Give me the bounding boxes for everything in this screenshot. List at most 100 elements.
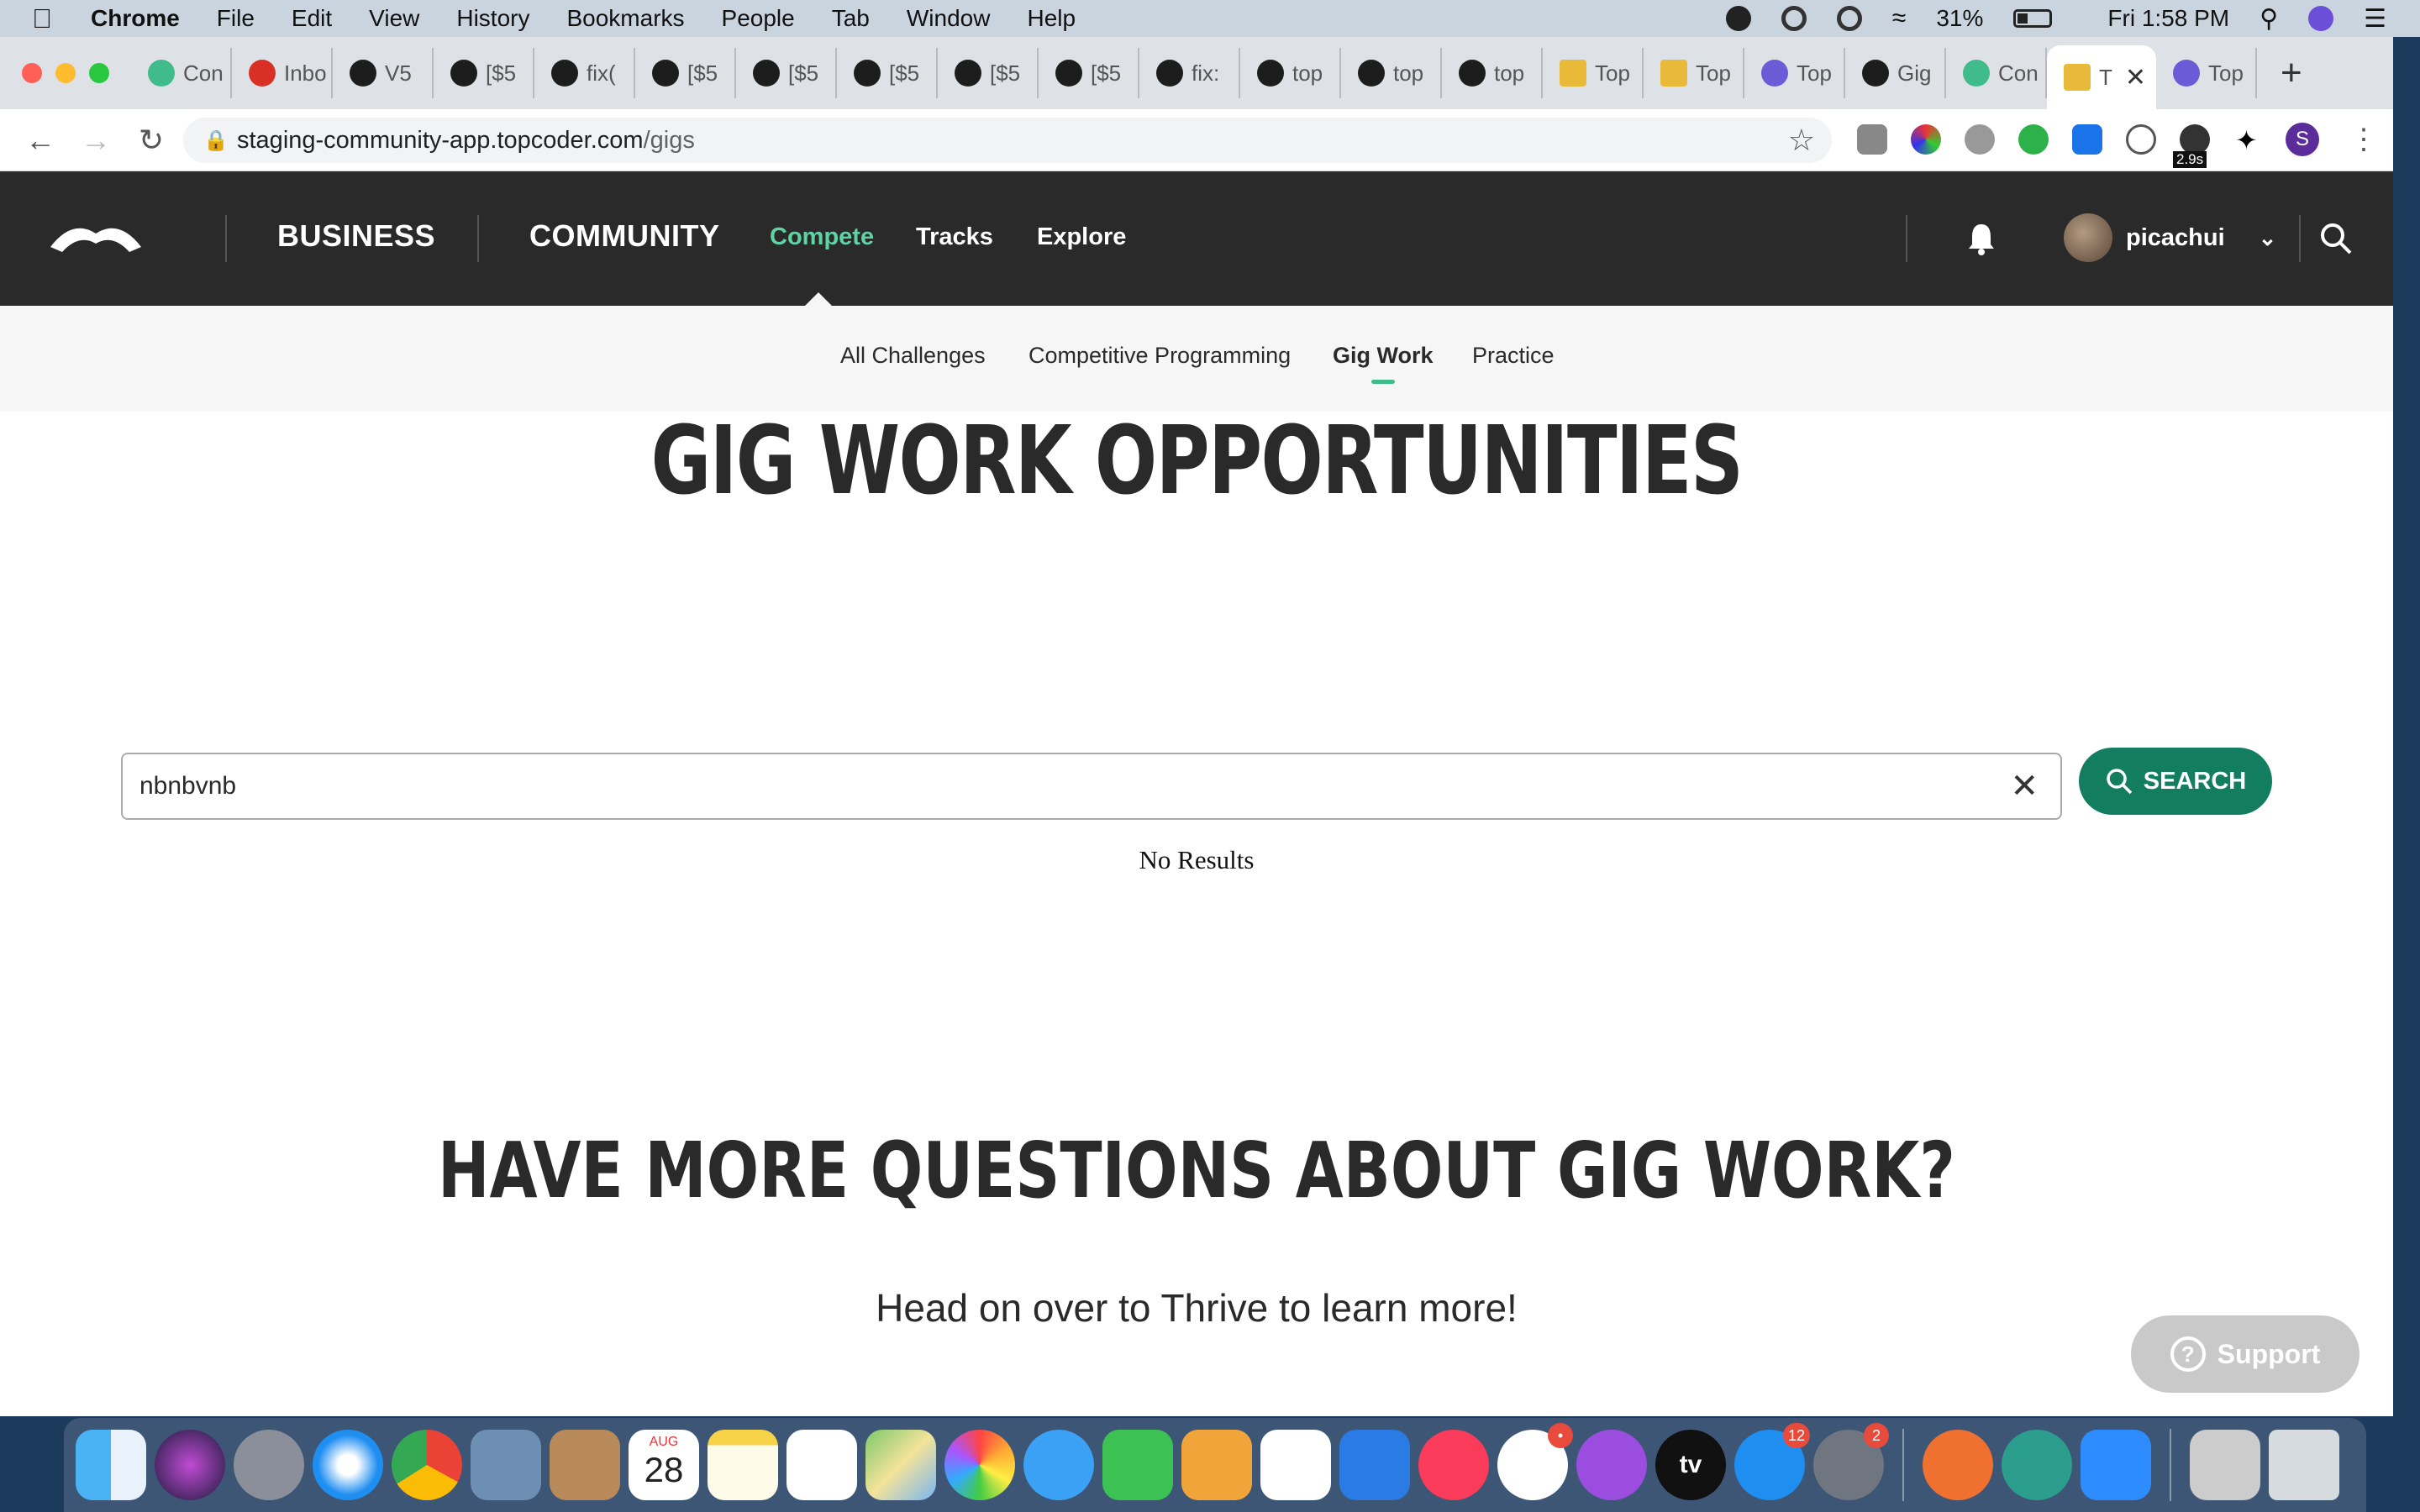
close-window-button[interactable] (22, 63, 42, 83)
mail-bird-icon[interactable] (471, 1430, 541, 1500)
topcoder-logo-icon[interactable] (49, 222, 143, 255)
siri-icon[interactable] (155, 1430, 225, 1500)
address-bar[interactable]: 🔒 staging-community-app.topcoder.com/gig… (183, 118, 1832, 163)
clock[interactable]: Fri 1:58 PM (2107, 5, 2229, 32)
browser-tab[interactable]: [$5 (938, 48, 1039, 98)
apple-tv-icon[interactable]: tv (1655, 1430, 1726, 1500)
extension-color-icon[interactable] (1911, 124, 1941, 155)
subnav-competitive-programming[interactable]: Competitive Programming (1028, 343, 1291, 369)
menu-view[interactable]: View (369, 5, 419, 32)
browser-tab[interactable]: fix( (534, 48, 635, 98)
system-preferences-icon[interactable]: 2 (1813, 1423, 1889, 1500)
safari-icon[interactable] (313, 1430, 383, 1500)
siri-icon[interactable] (2308, 6, 2334, 31)
zoom-icon[interactable] (2081, 1430, 2151, 1500)
search-button[interactable]: SEARCH (2079, 748, 2272, 815)
chrome-icon[interactable] (392, 1430, 462, 1500)
clear-search-icon[interactable]: ✕ (2010, 767, 2039, 806)
browser-tab[interactable]: Top (1543, 48, 1644, 98)
vpn-icon[interactable] (2002, 1430, 2072, 1500)
notes-icon[interactable] (708, 1430, 778, 1500)
wifi-icon[interactable]: ≈ (1892, 4, 1906, 33)
profile-avatar[interactable]: S (2286, 123, 2319, 156)
facetime-icon[interactable] (1102, 1430, 1173, 1500)
search-icon[interactable] (2319, 222, 2353, 255)
keynote-icon[interactable] (1339, 1430, 1410, 1500)
new-tab-button[interactable]: + (2281, 52, 2302, 94)
sync-icon[interactable] (1836, 6, 1862, 31)
launchpad-icon[interactable] (234, 1430, 304, 1500)
subnav-practice[interactable]: Practice (1472, 343, 1555, 369)
reload-icon[interactable]: ↻ (136, 123, 166, 158)
messages-icon[interactable] (1023, 1430, 1094, 1500)
podcasts-icon[interactable] (1576, 1430, 1647, 1500)
gig-search-input[interactable]: nbnbvnb ✕ (121, 753, 2062, 820)
browser-tab[interactable]: [$5 (837, 48, 938, 98)
menu-help[interactable]: Help (1027, 5, 1076, 32)
browser-tab[interactable]: fix: (1139, 48, 1240, 98)
control-center-icon[interactable]: ☰ (2364, 4, 2386, 34)
nav-compete[interactable]: Compete (770, 223, 874, 251)
browser-tab[interactable]: V5 (333, 48, 434, 98)
close-tab-icon[interactable]: ✕ (2125, 63, 2146, 92)
forward-arrow-icon[interactable]: → (81, 123, 111, 158)
subnav-all-challenges[interactable]: All Challenges (840, 343, 986, 369)
extension-timer-icon[interactable] (1857, 124, 1887, 155)
minimize-window-button[interactable] (55, 63, 76, 83)
back-arrow-icon[interactable]: ← (25, 123, 55, 158)
apple-icon[interactable]:  (32, 3, 66, 34)
nav-business[interactable]: BUSINESS (277, 218, 435, 254)
browser-tab[interactable]: [$5 (736, 48, 837, 98)
menu-app-name[interactable]: Chrome (91, 5, 180, 32)
user-menu[interactable]: picachui ⌄ (2064, 213, 2276, 262)
extensions-puzzle-icon[interactable]: ✦ (2235, 124, 2265, 155)
browser-tab[interactable]: top (1240, 48, 1341, 98)
extension-blue-icon[interactable] (2072, 124, 2102, 155)
lock-icon[interactable]: 🔒 (203, 129, 237, 153)
nav-explore[interactable]: Explore (1037, 223, 1126, 251)
music-icon[interactable] (1418, 1430, 1489, 1500)
browser-tab[interactable]: Top (1644, 48, 1744, 98)
browser-tab[interactable]: [$5 (434, 48, 534, 98)
finder-icon[interactable] (76, 1430, 146, 1500)
menu-people[interactable]: People (722, 5, 795, 32)
subnav-gig-work[interactable]: Gig Work (1333, 343, 1434, 384)
nav-community[interactable]: COMMUNITY (529, 218, 719, 254)
extension-code-icon[interactable] (2126, 124, 2156, 155)
chevron-down-icon[interactable]: ⌄ (2259, 225, 2277, 251)
bookmark-star-icon[interactable]: ☆ (1788, 123, 1815, 158)
nav-tracks[interactable]: Tracks (916, 223, 993, 251)
browser-tab[interactable]: top (1442, 48, 1543, 98)
status-app-icon[interactable] (1725, 6, 1751, 31)
slack-icon[interactable]: • (1497, 1423, 1573, 1500)
support-button[interactable]: ? Support (2131, 1315, 2360, 1393)
browser-tab[interactable]: Top (1744, 48, 1845, 98)
browser-tab[interactable]: T ✕ (2047, 45, 2156, 109)
contacts-icon[interactable] (550, 1430, 620, 1500)
app-store-icon[interactable]: 12 (1734, 1423, 1810, 1500)
menu-window[interactable]: Window (907, 5, 991, 32)
battery-icon[interactable] (2013, 9, 2053, 28)
trash-icon[interactable] (2269, 1430, 2339, 1500)
numbers-icon[interactable] (1260, 1430, 1331, 1500)
notification-bell-icon[interactable] (1966, 222, 1996, 255)
browser-tab[interactable]: Gig (1845, 48, 1946, 98)
browser-tab[interactable]: [$5 (1039, 48, 1139, 98)
browser-tab[interactable]: Con (1946, 48, 2047, 98)
extension-green-icon[interactable] (2018, 124, 2049, 155)
calendar-icon[interactable]: AUG 28 (629, 1430, 699, 1500)
username[interactable]: picachui (2126, 224, 2225, 252)
browser-tab[interactable]: Con (131, 48, 232, 98)
downloads-stack-icon[interactable] (2190, 1430, 2260, 1500)
browser-menu-icon[interactable]: ⋮ (2349, 123, 2378, 156)
extension-page-timer-icon[interactable] (2180, 124, 2210, 155)
photos-icon[interactable] (944, 1430, 1015, 1500)
maps-icon[interactable] (865, 1430, 936, 1500)
menu-edit[interactable]: Edit (292, 5, 332, 32)
menu-file[interactable]: File (217, 5, 255, 32)
reminders-icon[interactable] (786, 1430, 857, 1500)
creative-cloud-icon[interactable] (1781, 6, 1807, 31)
spotlight-icon[interactable]: ⚲ (2260, 4, 2278, 34)
menu-tab[interactable]: Tab (832, 5, 870, 32)
browser-tab[interactable]: [$5 (635, 48, 736, 98)
